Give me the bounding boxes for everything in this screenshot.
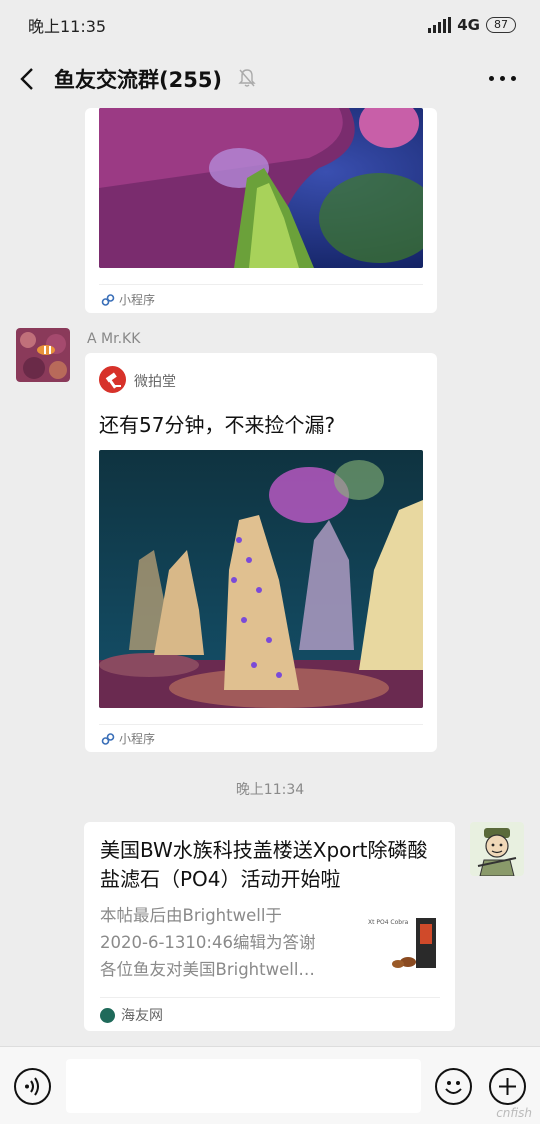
my-avatar[interactable] bbox=[470, 822, 524, 876]
card-divider bbox=[99, 284, 423, 285]
emoji-button[interactable] bbox=[435, 1068, 472, 1105]
link-source-label: 海友网 bbox=[121, 1008, 163, 1024]
chat-title: 鱼友交流群(255) bbox=[54, 68, 223, 92]
link-thumbnail: Xt PO4 Cobra bbox=[368, 914, 440, 970]
voice-icon bbox=[25, 1077, 39, 1096]
coral-image-2 bbox=[99, 450, 423, 708]
link-source: 海友网 bbox=[100, 1005, 163, 1025]
mini-program-tag: 小程序 bbox=[101, 291, 155, 308]
mini-program-label: 小程序 bbox=[119, 732, 156, 746]
signal-icon bbox=[428, 17, 452, 33]
link-title: 美国BW水族科技盖楼送Xport除磷酸盐滤石（PO4）活动开始啦 bbox=[100, 838, 428, 891]
plus-icon bbox=[499, 1078, 516, 1095]
app-name: 微拍堂 bbox=[134, 374, 176, 390]
message-card-mini-program-2[interactable]: 微拍堂 还有57分钟，不来捡个漏? 小程序 bbox=[85, 353, 437, 752]
card-divider bbox=[100, 997, 440, 998]
link-desc-line: 2020-6-1310:46编辑为答谢 bbox=[100, 933, 316, 952]
message-text: 还有57分钟，不来捡个漏? bbox=[99, 413, 336, 437]
message-input[interactable] bbox=[66, 1059, 421, 1113]
thumb-text: Xt PO4 Cobra bbox=[368, 919, 409, 926]
mute-bell-icon bbox=[238, 69, 256, 87]
chat-header: 鱼友交流群(255) bbox=[0, 50, 540, 108]
back-arrow-icon[interactable] bbox=[16, 66, 42, 92]
card-divider bbox=[99, 724, 423, 725]
chat-timestamp: 晚上11:34 bbox=[235, 782, 305, 798]
link-desc-line: 各位鱼友对美国Brightwell… bbox=[100, 960, 315, 979]
haiyou-logo-icon bbox=[100, 1007, 115, 1023]
link-desc-line: 本帖最后由Brightwell于 bbox=[100, 906, 282, 925]
sender-avatar[interactable] bbox=[16, 328, 70, 382]
link-desc: 本帖最后由Brightwell于 2020-6-1310:46编辑为答谢 各位鱼… bbox=[100, 902, 355, 983]
battery-icon: 87 bbox=[486, 17, 516, 33]
more-options-icon[interactable] bbox=[489, 76, 516, 81]
mini-program-label: 小程序 bbox=[119, 293, 156, 307]
status-icons: 4G 87 bbox=[428, 16, 516, 34]
message-card-mini-program-1[interactable]: 小程序 bbox=[85, 108, 437, 313]
weipaitang-logo-icon bbox=[105, 372, 121, 389]
watermark: cnfish bbox=[496, 1106, 532, 1120]
app-badge bbox=[99, 366, 126, 393]
sender-name: A Mr.KK bbox=[87, 331, 141, 347]
status-bar: 晚上11:35 4G 87 bbox=[0, 0, 540, 50]
mini-program-icon bbox=[101, 732, 115, 745]
add-more-button[interactable] bbox=[489, 1068, 526, 1105]
message-card-link[interactable]: 美国BW水族科技盖楼送Xport除磷酸盐滤石（PO4）活动开始啦 本帖最后由Br… bbox=[84, 822, 455, 1031]
input-bar: cnfish bbox=[0, 1046, 540, 1124]
mini-program-tag: 小程序 bbox=[101, 730, 155, 747]
voice-input-button[interactable] bbox=[14, 1068, 51, 1105]
emoji-icon bbox=[445, 1081, 462, 1094]
status-time: 晚上11:35 bbox=[28, 17, 107, 36]
network-type: 4G bbox=[457, 16, 480, 34]
mini-program-icon bbox=[101, 293, 115, 306]
coral-image-1 bbox=[99, 108, 423, 268]
product-thumbnail-image: Xt PO4 Cobra bbox=[368, 918, 436, 968]
